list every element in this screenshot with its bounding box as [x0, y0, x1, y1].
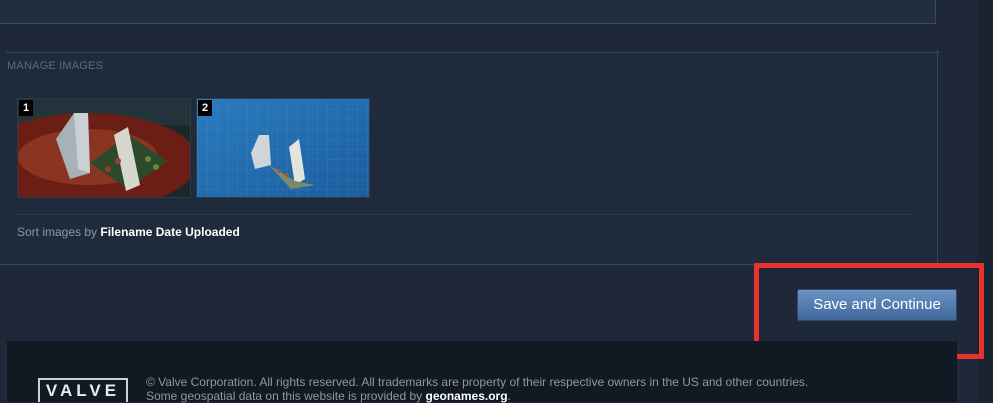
valve-logo[interactable]: VALVE — [38, 378, 128, 402]
geo-attribution: Some geospatial data on this website is … — [146, 389, 808, 403]
geonames-link[interactable]: geonames.org — [426, 389, 508, 403]
geo-prefix: Some geospatial data on this website is … — [146, 389, 423, 403]
sort-by-filename-link[interactable]: Filename — [100, 225, 152, 239]
top-panel — [0, 0, 936, 24]
thumbnail-divider — [17, 214, 910, 215]
copyright-text: © Valve Corporation. All rights reserved… — [146, 375, 809, 389]
screenshot-image — [18, 99, 190, 197]
sort-by-date-link[interactable]: Date Uploaded — [156, 225, 240, 239]
footer-text: © Valve Corporation. All rights reserved… — [146, 375, 808, 403]
image-thumbnail-2[interactable]: 2 — [196, 98, 370, 198]
section-divider — [6, 52, 940, 53]
section-title: MANAGE IMAGES — [7, 60, 104, 72]
thumbnail-number: 1 — [19, 100, 33, 116]
image-thumbnail-1[interactable]: 1 — [17, 98, 191, 198]
thumbnail-number: 2 — [198, 100, 212, 116]
screenshot-image — [197, 99, 369, 197]
sort-label: Sort images by — [17, 225, 98, 239]
geo-suffix: . — [507, 389, 511, 403]
sort-images-row: Sort images by Filename Date Uploaded — [17, 225, 240, 239]
